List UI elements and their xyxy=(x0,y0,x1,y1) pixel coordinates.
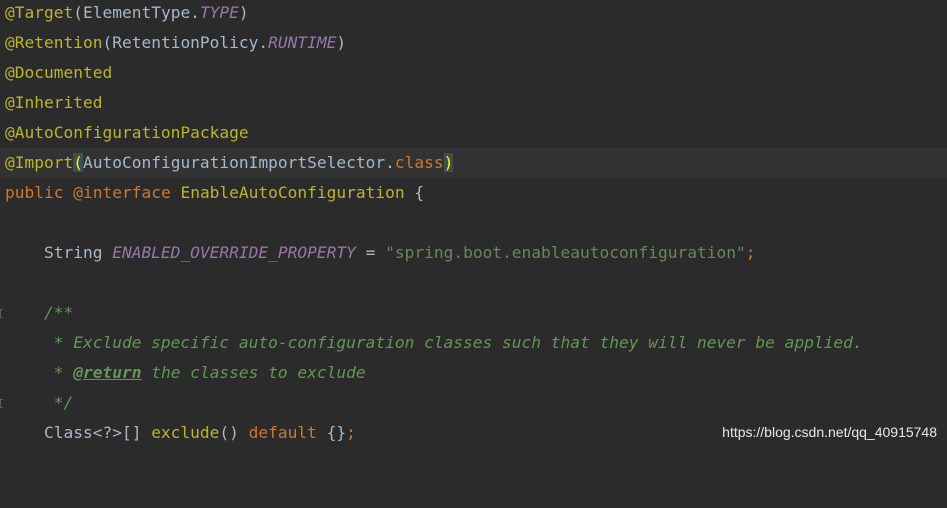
javadoc-return-tag: @return xyxy=(73,363,142,382)
empty-array: {} xyxy=(316,423,347,442)
javadoc-close: */ xyxy=(5,393,74,412)
paren: ) xyxy=(238,3,249,22)
code-line-blank[interactable] xyxy=(0,268,947,298)
fold-marker-icon[interactable] xyxy=(0,399,3,408)
code-line-documented[interactable]: @Documented xyxy=(0,58,947,88)
semicolon: ; xyxy=(745,243,756,262)
code-line-javadoc-return[interactable]: * @return the classes to exclude xyxy=(0,358,947,388)
keyword-interface: @interface xyxy=(73,183,171,202)
class-ref: AutoConfigurationImportSelector. xyxy=(82,153,395,172)
type-string: String xyxy=(5,243,113,262)
interface-name: EnableAutoConfiguration xyxy=(170,183,415,202)
annotation: @Documented xyxy=(5,63,113,82)
code-line-interface-decl[interactable]: public @interface EnableAutoConfiguratio… xyxy=(0,178,947,208)
code-editor[interactable]: @Target(ElementType.TYPE) @Retention(Ret… xyxy=(0,0,947,446)
enum-constant: TYPE xyxy=(199,3,239,22)
annotation: @Retention xyxy=(5,33,103,52)
code-line-target[interactable]: @Target(ElementType.TYPE) xyxy=(0,0,947,28)
class-ref: ElementType. xyxy=(82,3,200,22)
paren: ( xyxy=(102,33,113,52)
code-line-import-current[interactable]: @Import(AutoConfigurationImportSelector.… xyxy=(0,148,947,178)
fold-marker-icon[interactable] xyxy=(0,309,3,318)
brace-open: { xyxy=(414,183,425,202)
annotation: @Inherited xyxy=(5,93,103,112)
keyword-class: class xyxy=(394,153,444,172)
keyword-default: default xyxy=(248,423,317,442)
code-line-autoconfigpackage[interactable]: @AutoConfigurationPackage xyxy=(0,118,947,148)
enum-constant: RUNTIME xyxy=(268,33,337,52)
javadoc-text: * Exclude specific auto-configuration cl… xyxy=(5,333,863,352)
javadoc-text: the classes to exclude xyxy=(141,363,366,382)
string-literal: "spring.boot.enableautoconfiguration" xyxy=(385,243,746,262)
method-name: exclude xyxy=(151,423,220,442)
method-parens: () xyxy=(219,423,249,442)
annotation: @Target xyxy=(5,3,74,22)
code-line-constant-field[interactable]: String ENABLED_OVERRIDE_PROPERTY = "spri… xyxy=(0,238,947,268)
annotation: @AutoConfigurationPackage xyxy=(5,123,249,142)
watermark-url: https://blog.csdn.net/qq_40915748 xyxy=(722,424,937,440)
code-line-retention[interactable]: @Retention(RetentionPolicy.RUNTIME) xyxy=(0,28,947,58)
constant-name: ENABLED_OVERRIDE_PROPERTY xyxy=(112,243,356,262)
paren: ( xyxy=(73,3,83,22)
assign-operator: = xyxy=(355,243,386,262)
annotation: @Import xyxy=(5,153,74,172)
code-line-inherited[interactable]: @Inherited xyxy=(0,88,947,118)
paren: ) xyxy=(336,33,347,52)
matched-paren-open: ( xyxy=(73,153,83,172)
code-line-javadoc-desc[interactable]: * Exclude specific auto-configuration cl… xyxy=(0,328,947,358)
javadoc-star: * xyxy=(5,363,74,382)
return-type: Class<?>[] xyxy=(5,423,152,442)
class-ref: RetentionPolicy. xyxy=(112,33,269,52)
code-line-blank[interactable] xyxy=(0,208,947,238)
code-line-javadoc-start[interactable]: /** xyxy=(0,298,947,328)
code-line-javadoc-end[interactable]: */ xyxy=(0,388,947,418)
javadoc-open: /** xyxy=(5,303,74,322)
keyword-public: public xyxy=(5,183,64,202)
semicolon: ; xyxy=(346,423,356,442)
matched-paren-close: ) xyxy=(443,153,454,172)
